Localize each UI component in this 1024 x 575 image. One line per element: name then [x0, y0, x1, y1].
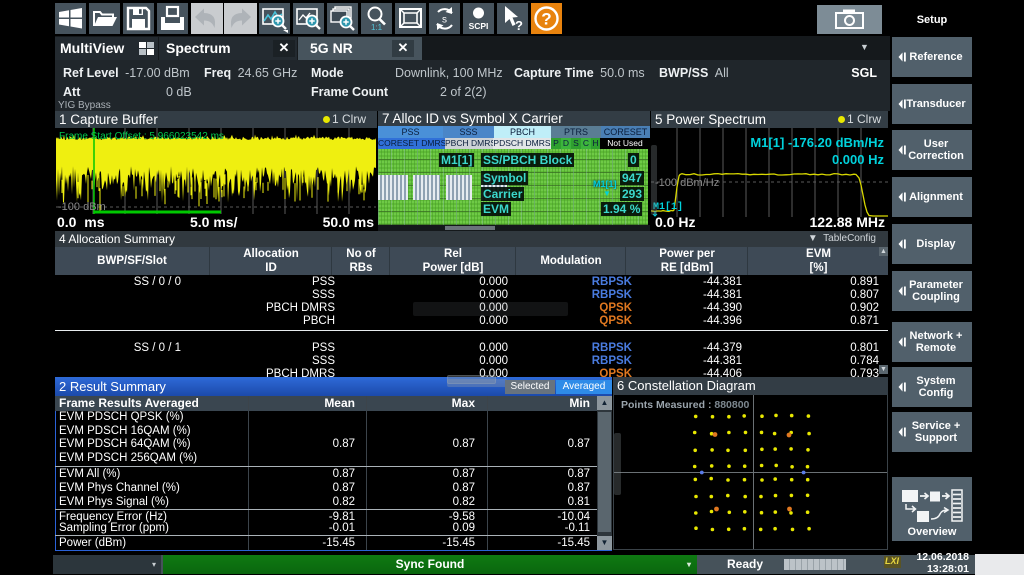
svg-text:-100 dBm: -100 dBm: [58, 201, 106, 213]
svg-text:s: s: [442, 15, 447, 26]
svg-text:?: ?: [515, 18, 523, 33]
svg-text:-100 dBm/Hz: -100 dBm/Hz: [655, 177, 719, 189]
svg-text:?: ?: [541, 10, 551, 29]
svg-text:M1[1]: M1[1]: [653, 201, 683, 213]
svg-text:1:1: 1:1: [371, 23, 383, 32]
svg-text:Frame Start Offset : 5.9660235: Frame Start Offset : 5.966023542 ms: [59, 131, 224, 142]
svg-text:SCPI: SCPI: [469, 21, 489, 31]
